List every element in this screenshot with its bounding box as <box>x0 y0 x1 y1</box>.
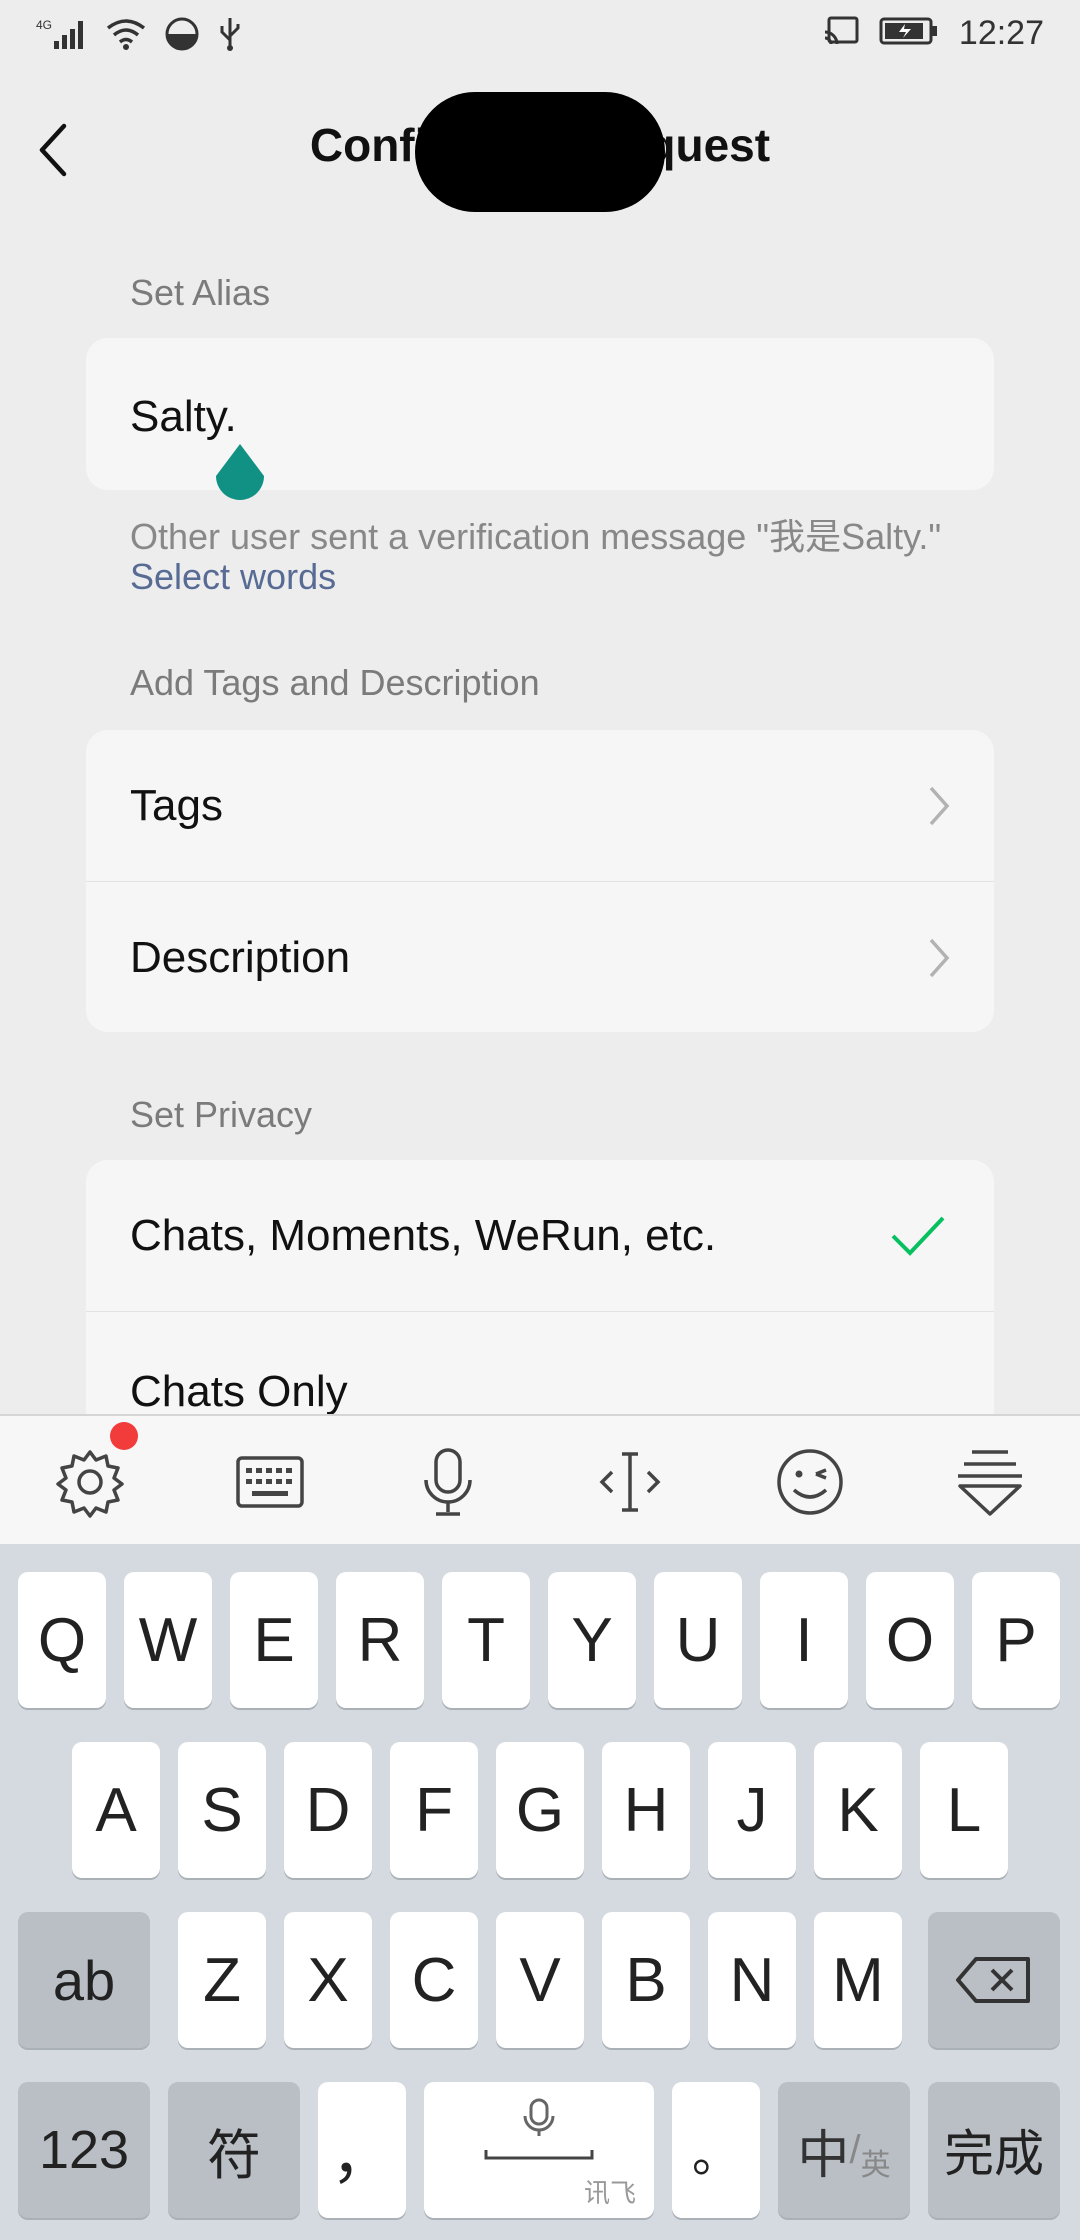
privacy-option-label: Chats Only <box>130 1367 348 1416</box>
data-saver-icon <box>164 16 200 57</box>
battery-icon <box>879 16 939 51</box>
cursor-move-icon[interactable] <box>594 1446 666 1518</box>
key-o[interactable]: O <box>866 1572 954 1708</box>
privacy-option-row[interactable]: Chats Only <box>86 1312 994 1420</box>
tags-row[interactable]: Tags <box>86 730 994 882</box>
key-r[interactable]: R <box>336 1572 424 1708</box>
key-z[interactable]: Z <box>178 1912 266 2048</box>
key-j[interactable]: J <box>708 1742 796 1878</box>
verification-message: Other user sent a verification message "… <box>130 516 942 557</box>
notification-dot <box>110 1422 138 1450</box>
key-q[interactable]: Q <box>18 1572 106 1708</box>
svg-text:4G: 4G <box>36 18 52 32</box>
key-p[interactable]: P <box>972 1572 1060 1708</box>
key-v[interactable]: V <box>496 1912 584 2048</box>
lang-sub-label: 英 <box>860 2149 891 2182</box>
select-words-link[interactable]: Select words <box>130 556 336 598</box>
text-cursor-handle-icon[interactable] <box>212 442 268 510</box>
key-y[interactable]: Y <box>548 1572 636 1708</box>
language-switch-key[interactable]: 中 / 英 <box>778 2082 910 2218</box>
space-key-sublabel: 讯飞 <box>583 2178 636 2208</box>
key-e[interactable]: E <box>230 1572 318 1708</box>
key-b[interactable]: B <box>602 1912 690 2048</box>
key-i[interactable]: I <box>760 1572 848 1708</box>
set-alias-label: Set Alias <box>130 272 271 313</box>
key-f[interactable]: F <box>390 1742 478 1878</box>
privacy-option-row[interactable]: Chats, Moments, WeRun, etc. <box>86 1160 994 1312</box>
period-key[interactable]: 。 <box>672 2082 760 2218</box>
emoji-icon[interactable] <box>774 1446 846 1518</box>
key-a[interactable]: A <box>72 1742 160 1878</box>
description-row-label: Description <box>130 932 351 982</box>
symbols-key[interactable]: 符 <box>168 2082 300 2218</box>
title-text-left: Confi <box>309 119 428 171</box>
space-mic-icon <box>484 2098 594 2160</box>
backspace-icon <box>956 1957 1030 2003</box>
space-key[interactable]: 讯飞 <box>424 2082 654 2218</box>
title-text-right: quest <box>647 119 771 171</box>
description-row[interactable]: Description <box>86 882 994 1032</box>
key-l[interactable]: L <box>920 1742 1008 1878</box>
keyboard: Q W E R T Y U I O P A S D F G H J K L ab… <box>0 1544 1080 2240</box>
key-g[interactable]: G <box>496 1742 584 1878</box>
key-t[interactable]: T <box>442 1572 530 1708</box>
tags-section-label: Add Tags and Description <box>130 662 540 703</box>
keyboard-toolbar <box>0 1414 1080 1546</box>
microphone-icon[interactable] <box>412 1446 484 1518</box>
alias-input[interactable]: Salty. <box>130 392 237 442</box>
shift-key[interactable]: ab <box>18 1912 150 2048</box>
hide-keyboard-icon[interactable] <box>954 1446 1026 1518</box>
key-w[interactable]: W <box>124 1572 212 1708</box>
key-c[interactable]: C <box>390 1912 478 2048</box>
header: Confi quest <box>0 80 1080 220</box>
checkmark-icon <box>891 1216 945 1256</box>
status-time: 12:27 <box>958 14 1044 52</box>
lang-main-label: 中 <box>797 2126 850 2185</box>
privacy-option-label: Chats, Moments, WeRun, etc. <box>130 1210 717 1260</box>
status-bar: 4G 12:27 <box>0 0 1080 80</box>
chevron-right-icon <box>929 786 950 825</box>
tags-card: Tags Description <box>86 730 994 1032</box>
numbers-key[interactable]: 123 <box>18 2082 150 2218</box>
keyboard-icon[interactable] <box>234 1446 306 1518</box>
privacy-section-label: Set Privacy <box>130 1094 313 1135</box>
key-d[interactable]: D <box>284 1742 372 1878</box>
usb-icon <box>218 16 242 57</box>
chevron-right-icon <box>929 938 950 977</box>
key-x[interactable]: X <box>284 1912 372 2048</box>
key-s[interactable]: S <box>178 1742 266 1878</box>
key-u[interactable]: U <box>654 1572 742 1708</box>
key-k[interactable]: K <box>814 1742 902 1878</box>
key-m[interactable]: M <box>814 1912 902 2048</box>
tags-row-label: Tags <box>130 780 223 830</box>
wifi-icon <box>106 18 146 55</box>
cast-icon <box>823 16 859 51</box>
key-n[interactable]: N <box>708 1912 796 2048</box>
signal-icon: 4G <box>36 17 88 56</box>
backspace-key[interactable] <box>928 1912 1060 2048</box>
done-key[interactable]: 完成 <box>928 2082 1060 2218</box>
privacy-card: Chats, Moments, WeRun, etc. Chats Only <box>86 1160 994 1420</box>
comma-key[interactable]: ， <box>318 2082 406 2218</box>
key-h[interactable]: H <box>602 1742 690 1878</box>
redaction-mask <box>415 92 665 212</box>
settings-gear-icon[interactable] <box>54 1446 126 1518</box>
